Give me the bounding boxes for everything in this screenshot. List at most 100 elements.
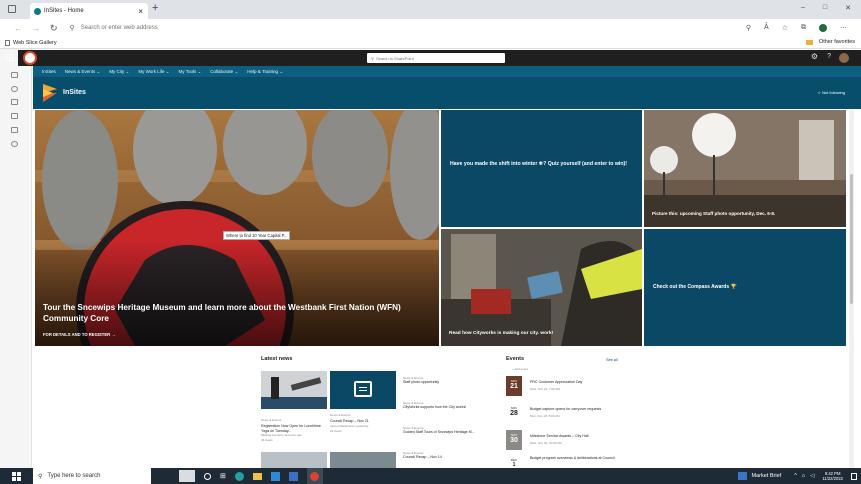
user-avatar[interactable] xyxy=(839,53,849,63)
add-event-button[interactable]: + Add event xyxy=(512,367,528,371)
list-icon[interactable] xyxy=(11,127,18,133)
teams-icon[interactable] xyxy=(270,471,280,481)
hero-register-link[interactable]: FOR DETAILS AND TO REGISTER → xyxy=(43,332,116,337)
windows-start-icon[interactable] xyxy=(12,471,21,481)
task-view-icon[interactable]: ⊞ xyxy=(220,472,226,480)
minimize-icon[interactable]: – xyxy=(801,4,805,12)
newspaper-icon xyxy=(354,381,372,397)
hero-winter-tile[interactable]: Have you made the shift into winter ❄? Q… xyxy=(441,110,642,227)
edge-icon[interactable] xyxy=(234,471,244,481)
globe-icon[interactable] xyxy=(11,86,18,92)
windows-taskbar: ⚲ Type here to search ⊞ Market Brief ^ ⌂… xyxy=(0,468,861,484)
follow-button[interactable]: ☆ Not following xyxy=(817,90,845,95)
settings-gear-icon[interactable]: ⚙ xyxy=(811,52,818,61)
scrollbar-thumb[interactable] xyxy=(850,174,853,304)
tray-chevron-icon[interactable]: ^ xyxy=(794,473,797,479)
weather-widget-icon[interactable] xyxy=(179,470,195,482)
nav-item[interactable]: Collaborate ⌄ xyxy=(210,69,238,75)
page-scrollbar[interactable] xyxy=(849,110,854,468)
search-placeholder: Search in SharePoint xyxy=(375,55,414,61)
event-item[interactable]: DEC 1 Budget program overviews & deliber… xyxy=(506,456,622,468)
add-circle-icon[interactable] xyxy=(11,141,18,147)
window-menu-icon[interactable] xyxy=(8,5,16,13)
event-day: 30 xyxy=(510,437,518,444)
nav-item[interactable]: Help & Training ⌄ xyxy=(247,69,283,75)
hero-cityworks-tile[interactable]: Read how Cityworks is making our city. w… xyxy=(441,229,642,346)
cortana-icon[interactable] xyxy=(204,472,211,480)
nav-item[interactable]: My Work Life ⌄ xyxy=(138,69,169,75)
event-month: NOV xyxy=(510,406,518,410)
forward-icon[interactable]: → xyxy=(32,24,40,33)
news-card-title[interactable]: Registration Now Open for Lunchtime Yoga… xyxy=(261,424,323,433)
collections-icon[interactable]: ⧉ xyxy=(801,24,806,32)
favorite-web-slice-gallery[interactable]: Web Slice Gallery xyxy=(13,40,57,46)
news-item-title[interactable]: Guided Staff Tours of Sncewips Heritage … xyxy=(403,430,497,435)
document-icon[interactable] xyxy=(11,113,18,119)
news-card-image xyxy=(330,452,396,468)
city-logo[interactable] xyxy=(23,51,37,65)
maximize-icon[interactable]: □ xyxy=(823,4,827,12)
news-item-title[interactable]: CityWorks supports how the City works! xyxy=(403,405,497,410)
event-item[interactable]: NOV 30 Milestone Service Awards – City H… xyxy=(506,430,622,454)
favorites-bar: Web Slice Gallery Other favorites xyxy=(0,37,861,49)
back-icon[interactable]: ← xyxy=(14,24,22,33)
event-title[interactable]: Milestone Service Awards – City Hall xyxy=(530,434,622,439)
refresh-icon[interactable]: ↻ xyxy=(50,23,58,34)
profile-avatar[interactable] xyxy=(819,24,827,32)
page-icon xyxy=(5,39,10,46)
more-icon[interactable]: ⋯ xyxy=(840,24,847,32)
market-brief-widget[interactable]: Market Brief xyxy=(752,473,782,479)
event-title[interactable]: Budget capture opens for carryover reque… xyxy=(530,407,622,412)
folder-icon xyxy=(806,40,813,45)
sharepoint-search-input[interactable]: ⚲ Search in SharePoint xyxy=(367,53,505,63)
news-icon[interactable] xyxy=(11,99,18,105)
nav-item[interactable]: My Tools ⌄ xyxy=(179,69,202,75)
news-list-item[interactable]: News & Events Guided Staff Tours of Snce… xyxy=(403,426,497,451)
nav-item[interactable]: InSites xyxy=(42,69,56,74)
search-icon: ⚲ xyxy=(371,55,374,61)
home-icon[interactable] xyxy=(11,72,18,78)
read-aloud-icon[interactable]: A͛ xyxy=(764,24,769,32)
favorites-star-icon[interactable]: ☆ xyxy=(782,24,788,32)
browser-toolbar-icons: ⚲ A͛ ☆ ⧉ ⋯ xyxy=(746,24,847,32)
notification-icon[interactable] xyxy=(851,472,857,480)
nav-item[interactable]: My City ⌄ xyxy=(109,69,129,75)
chrome-icon[interactable] xyxy=(306,468,323,484)
news-item-title[interactable]: Council Recap – Nov 14 xyxy=(403,455,497,460)
tab-close-icon[interactable]: × xyxy=(138,7,148,16)
nav-item[interactable]: News & Events ⌄ xyxy=(65,69,101,75)
news-card[interactable]: News & Events Registration Now Open for … xyxy=(261,371,327,451)
news-list-item[interactable]: News & Events Staff photo opportunity xyxy=(403,376,497,401)
event-date-tile: NOV 21 xyxy=(506,376,522,396)
event-title[interactable]: Budget program overviews & deliberations… xyxy=(530,456,622,461)
site-title[interactable]: InSites xyxy=(63,89,86,96)
volume-icon[interactable]: ◁ xyxy=(810,473,814,479)
event-item[interactable]: NOV 28 Budget capture opens for carryove… xyxy=(506,403,622,427)
file-explorer-icon[interactable] xyxy=(252,472,262,480)
hero-compass-tile[interactable]: Check out the Compass Awards 🏆 xyxy=(644,229,846,346)
taskbar-search-box[interactable]: ⚲ Type here to search xyxy=(33,468,151,484)
help-icon[interactable]: ? xyxy=(827,53,831,60)
window-close-icon[interactable]: ✕ xyxy=(845,4,851,12)
hero-photo-tile[interactable]: Picture this: upcoming Staff photo oppor… xyxy=(644,110,846,227)
network-icon[interactable]: ⌂ xyxy=(802,473,805,479)
address-input[interactable]: Search or enter web address xyxy=(81,25,158,31)
zoom-icon[interactable]: ⚲ xyxy=(746,24,751,32)
see-all-link[interactable]: See all xyxy=(606,358,618,362)
app-launcher-icon[interactable] xyxy=(5,53,14,62)
news-card-category: News & Events xyxy=(261,418,282,422)
new-tab-button[interactable]: + xyxy=(152,2,158,14)
other-favorites[interactable]: Other favorites xyxy=(819,39,855,45)
outlook-icon[interactable] xyxy=(288,471,298,481)
event-item[interactable]: NOV 21 PRC Customer Appreciation Day Wed… xyxy=(506,376,622,400)
hero-main-tile[interactable]: Where to find 10 Year Capital P... Tour … xyxy=(35,110,439,346)
news-item-title[interactable]: Staff photo opportunity xyxy=(403,380,497,385)
clock[interactable]: 9:42 PM 11/22/2022 xyxy=(822,471,843,482)
search-icon: ⚲ xyxy=(38,473,43,480)
event-title[interactable]: PRC Customer Appreciation Day xyxy=(530,380,622,385)
news-list-item[interactable]: News & Events CityWorks supports how the… xyxy=(403,401,497,426)
clock-date: 11/22/2022 xyxy=(822,476,843,481)
newspaper-icon-lines xyxy=(359,387,367,388)
browser-tab[interactable]: InSites - Home × xyxy=(30,3,148,19)
news-card[interactable]: News & Events Council Recap – Nov 21 Aim… xyxy=(330,371,396,451)
